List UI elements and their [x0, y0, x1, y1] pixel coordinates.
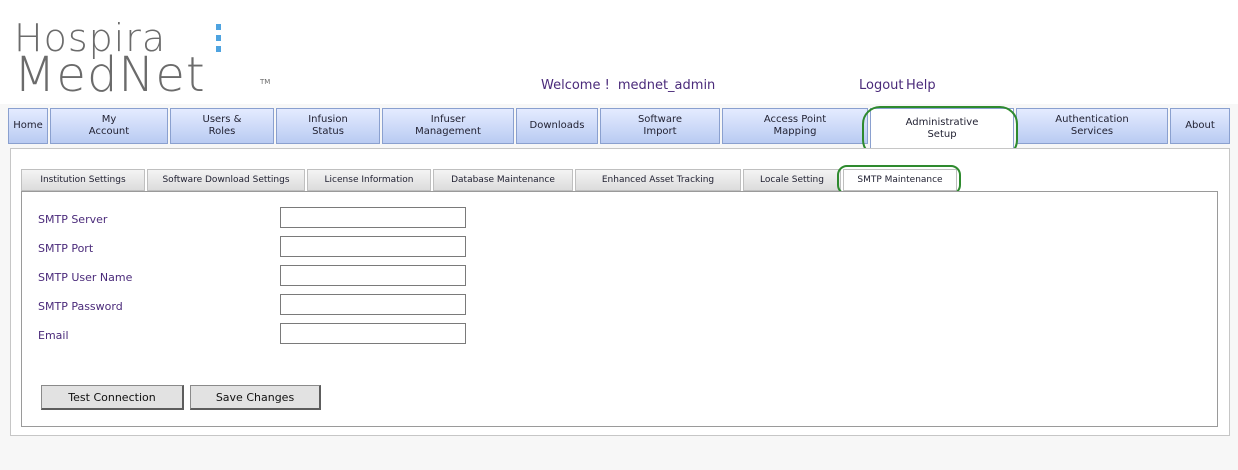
header: Hospira MedNet TM Welcome ! mednet_admin …: [0, 0, 1238, 104]
email-label: Email: [38, 329, 69, 342]
nav-tab-authentication-services[interactable]: Authentication Services: [1016, 108, 1168, 144]
save-changes-button[interactable]: Save Changes: [190, 385, 321, 410]
subtab-institution-settings[interactable]: Institution Settings: [21, 169, 145, 191]
subtab-smtp-maintenance[interactable]: SMTP Maintenance: [843, 169, 957, 191]
test-connection-button[interactable]: Test Connection: [41, 385, 184, 410]
subtab-locale-setting[interactable]: Locale Setting: [743, 169, 841, 191]
subtab-software-download-settings[interactable]: Software Download Settings: [147, 169, 305, 191]
smtp-password-input[interactable]: [280, 294, 466, 315]
help-link[interactable]: Help: [906, 78, 936, 93]
smtp-server-label: SMTP Server: [38, 213, 108, 226]
logout-link[interactable]: Logout: [859, 78, 904, 93]
smtp-server-input[interactable]: [280, 207, 466, 228]
smtp-user-name-label: SMTP User Name: [38, 271, 133, 284]
welcome-message: Welcome ! mednet_admin: [541, 78, 715, 93]
nav-tab-users-roles[interactable]: Users & Roles: [170, 108, 274, 144]
content-area: Institution Settings Software Download S…: [10, 148, 1230, 436]
nav-tab-downloads[interactable]: Downloads: [516, 108, 598, 144]
logo-line2: MedNet: [14, 47, 206, 103]
nav-tab-home[interactable]: Home: [8, 108, 48, 144]
username: mednet_admin: [617, 78, 716, 93]
nav-tab-infusion-status[interactable]: Infusion Status: [276, 108, 380, 144]
email-input[interactable]: [280, 323, 466, 344]
subtab-enhanced-asset-tracking[interactable]: Enhanced Asset Tracking: [575, 169, 741, 191]
smtp-password-label: SMTP Password: [38, 300, 123, 313]
nav-tab-infuser-management[interactable]: Infuser Management: [382, 108, 514, 144]
smtp-port-label: SMTP Port: [38, 242, 94, 255]
nav-tab-my-account[interactable]: My Account: [50, 108, 168, 144]
nav-tab-about[interactable]: About: [1170, 108, 1230, 144]
subtab-database-maintenance[interactable]: Database Maintenance: [433, 169, 573, 191]
smtp-port-input[interactable]: [280, 236, 466, 257]
main-nav: Home My Account Users & Roles Infusion S…: [8, 108, 1230, 148]
logo-tm: TM: [260, 78, 271, 86]
nav-tab-administrative-setup[interactable]: Administrative Setup: [870, 108, 1014, 148]
logo-dots-graphic: [216, 24, 221, 57]
smtp-user-name-input[interactable]: [280, 265, 466, 286]
welcome-text: Welcome !: [541, 78, 610, 93]
smtp-settings-panel: SMTP Server SMTP Port SMTP User Name SMT…: [21, 191, 1218, 427]
nav-tab-software-import[interactable]: Software Import: [600, 108, 720, 144]
hospira-mednet-logo: Hospira MedNet TM: [14, 18, 274, 103]
subtab-license-information[interactable]: License Information: [307, 169, 431, 191]
nav-tab-access-point-mapping[interactable]: Access Point Mapping: [722, 108, 868, 144]
